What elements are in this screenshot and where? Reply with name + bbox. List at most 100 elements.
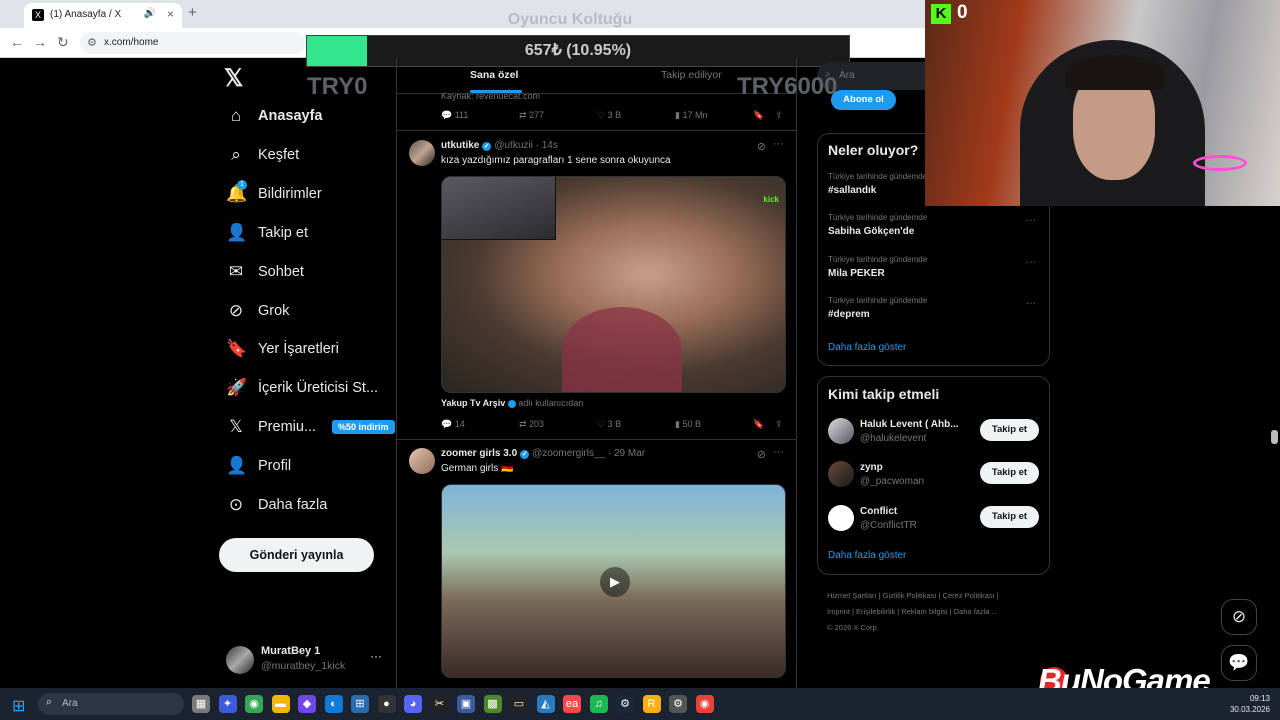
- messages-fab-icon[interactable]: 💬: [1221, 645, 1257, 681]
- widgets-icon[interactable]: ▦: [192, 695, 210, 713]
- footer-line[interactable]: Imprint | Erişilebilirlik | Reklam bilgi…: [827, 604, 1047, 620]
- rockstar-icon[interactable]: R: [642, 695, 661, 713]
- more-dots-icon[interactable]: ···: [773, 138, 784, 150]
- avatar[interactable]: [828, 504, 854, 531]
- footer-line[interactable]: Hizmet Şartları | Gizlilik Politikası | …: [827, 588, 1047, 604]
- app-icon[interactable]: ▣: [457, 695, 475, 713]
- ea-icon[interactable]: ea: [563, 695, 581, 713]
- system-clock[interactable]: 09:13 30.03.2026: [1222, 693, 1270, 715]
- sidebar-item-1[interactable]: ⌕ Keşfet: [226, 141, 299, 169]
- more-dots-icon[interactable]: ···: [1026, 257, 1036, 268]
- suggested-name[interactable]: zynp: [860, 462, 883, 473]
- more-dots-icon[interactable]: ···: [370, 649, 382, 663]
- close-tab-icon[interactable]: ×: [167, 7, 174, 21]
- follow-button[interactable]: Takip et: [980, 505, 1039, 528]
- more-dots-icon[interactable]: ···: [1026, 298, 1036, 309]
- trends-show-more[interactable]: Daha fazla göster: [828, 342, 906, 353]
- sidebar-item-4[interactable]: ✉ Sohbet: [226, 258, 304, 286]
- avatar[interactable]: [828, 418, 854, 444]
- app-icon[interactable]: ◭: [536, 695, 555, 713]
- author-name[interactable]: zoomer girls 3.0: [441, 448, 517, 459]
- sidebar-item-2[interactable]: 🔔 1 Bildirimler: [226, 179, 322, 208]
- grok-icon[interactable]: ⊘: [757, 448, 766, 461]
- repost-button[interactable]: ⇄ 203: [519, 419, 544, 430]
- chrome-icon[interactable]: ◉: [245, 695, 263, 713]
- reply-button[interactable]: 💬 14: [441, 419, 465, 430]
- speaker-icon[interactable]: 🔊: [144, 8, 156, 19]
- sidebar-item-0[interactable]: ⌂ Anasayfa: [226, 102, 323, 130]
- terminal-icon[interactable]: ▭: [510, 695, 528, 713]
- obs-icon[interactable]: ●: [377, 695, 396, 713]
- like-button[interactable]: ♡ 3 B: [597, 419, 621, 430]
- sidebar-item-3[interactable]: 👤 Takip et: [226, 219, 308, 247]
- trend-name: #sallandık: [828, 185, 877, 196]
- discord-icon[interactable]: ◕: [404, 695, 422, 713]
- play-icon[interactable]: ▶: [600, 567, 630, 597]
- taskbar-search[interactable]: ⌕ Ara: [38, 693, 184, 715]
- author-name[interactable]: utkutike: [441, 140, 479, 151]
- tweet-time[interactable]: · 29 Mar: [608, 448, 645, 459]
- trend-context: Türkiye tarihinde gündemde: [828, 172, 928, 181]
- post-button[interactable]: Gönderi yayınla: [219, 538, 374, 572]
- author-avatar[interactable]: [409, 448, 435, 474]
- minecraft-icon[interactable]: ▩: [483, 695, 502, 713]
- bookmark-icon[interactable]: 🔖: [753, 419, 764, 430]
- media-source-name[interactable]: Yakup Tv Arşiv: [441, 398, 505, 408]
- file-explorer-icon[interactable]: ▬: [271, 695, 290, 713]
- back-arrow-icon[interactable]: ←: [10, 34, 24, 50]
- author-handle[interactable]: @zoomergirls__: [532, 448, 605, 459]
- reload-icon[interactable]: ↻: [57, 34, 69, 51]
- author-avatar[interactable]: [409, 140, 435, 166]
- sidebar-item-5[interactable]: ⊘ Grok: [226, 297, 290, 325]
- avatar[interactable]: [828, 461, 854, 488]
- new-tab-button[interactable]: +: [188, 4, 197, 21]
- site-settings-icon[interactable]: ⚙: [87, 36, 97, 49]
- follow-button[interactable]: Takip et: [980, 419, 1039, 441]
- bookmark-icon[interactable]: 🔖: [753, 110, 764, 121]
- settings-icon[interactable]: ⚙: [669, 695, 687, 713]
- who-show-more[interactable]: Daha fazla göster: [828, 550, 906, 561]
- forward-arrow-icon[interactable]: →: [33, 34, 47, 50]
- more-dots-icon[interactable]: ···: [773, 446, 784, 458]
- sidebar-item-8[interactable]: 𝕏 Premiu... %50 indirim: [226, 413, 395, 441]
- account-switcher[interactable]: MuratBey 1 @muratbey_1kick ···: [226, 644, 386, 676]
- tab-following[interactable]: Takip ediliyor: [661, 69, 722, 81]
- suggested-name[interactable]: Conflict: [860, 506, 897, 517]
- repost-button[interactable]: ⇄ 277: [519, 110, 544, 121]
- suggested-name[interactable]: Haluk Levent ( Ahb...: [860, 419, 959, 430]
- sidebar-item-10[interactable]: ⊙ Daha fazla: [226, 491, 327, 519]
- copilot-icon[interactable]: ✦: [218, 695, 237, 713]
- capcut-icon[interactable]: ✂: [430, 695, 449, 713]
- x-logo-icon[interactable]: 𝕏: [224, 64, 243, 93]
- tweet-video[interactable]: kick: [441, 176, 786, 393]
- like-button[interactable]: ♡ 3 B: [597, 110, 621, 121]
- browser-tab[interactable]: X (1) Anasayfa / X 🔊 ×: [24, 3, 182, 28]
- views-button[interactable]: ▮ 17 Mn: [675, 110, 707, 121]
- chrome-icon[interactable]: ◉: [695, 695, 714, 713]
- subscribe-button[interactable]: Abone ol: [831, 90, 896, 110]
- sidebar-item-7[interactable]: 🚀 İçerik Üreticisi St...: [226, 374, 378, 402]
- url-field[interactable]: ⚙ x.com/home: [80, 32, 305, 54]
- follow-button[interactable]: Takip et: [980, 462, 1039, 485]
- grok-fab-icon[interactable]: ⊘: [1221, 599, 1257, 635]
- scrollbar-thumb[interactable]: [1271, 430, 1278, 444]
- tweet-time[interactable]: · 14s: [536, 140, 558, 151]
- share-icon[interactable]: ⇪: [775, 110, 783, 121]
- sidebar-item-9[interactable]: 👤 Profil: [226, 452, 291, 480]
- grok-icon[interactable]: ⊘: [757, 140, 766, 153]
- sidebar-item-6[interactable]: 🔖 Yer İşaretleri: [226, 335, 339, 363]
- views-button[interactable]: ▮ 50 B: [675, 419, 701, 430]
- kick-viewer-count: 0: [957, 2, 968, 23]
- share-icon[interactable]: ⇪: [775, 419, 783, 430]
- edge-icon[interactable]: ◐: [324, 695, 343, 713]
- m365-icon[interactable]: ◆: [298, 695, 316, 713]
- reply-button[interactable]: 💬 111: [441, 110, 468, 121]
- store-icon[interactable]: ⊞: [351, 695, 369, 713]
- author-handle[interactable]: @utkuzii: [494, 140, 533, 151]
- start-menu-icon[interactable]: ⊞: [12, 696, 25, 716]
- tab-for-you[interactable]: Sana özel: [470, 69, 518, 81]
- steam-icon[interactable]: ⚙: [616, 695, 634, 713]
- more-dots-icon[interactable]: ···: [1026, 215, 1036, 226]
- spotify-icon[interactable]: ♫: [589, 695, 608, 713]
- tweet-video[interactable]: ▶: [441, 484, 786, 678]
